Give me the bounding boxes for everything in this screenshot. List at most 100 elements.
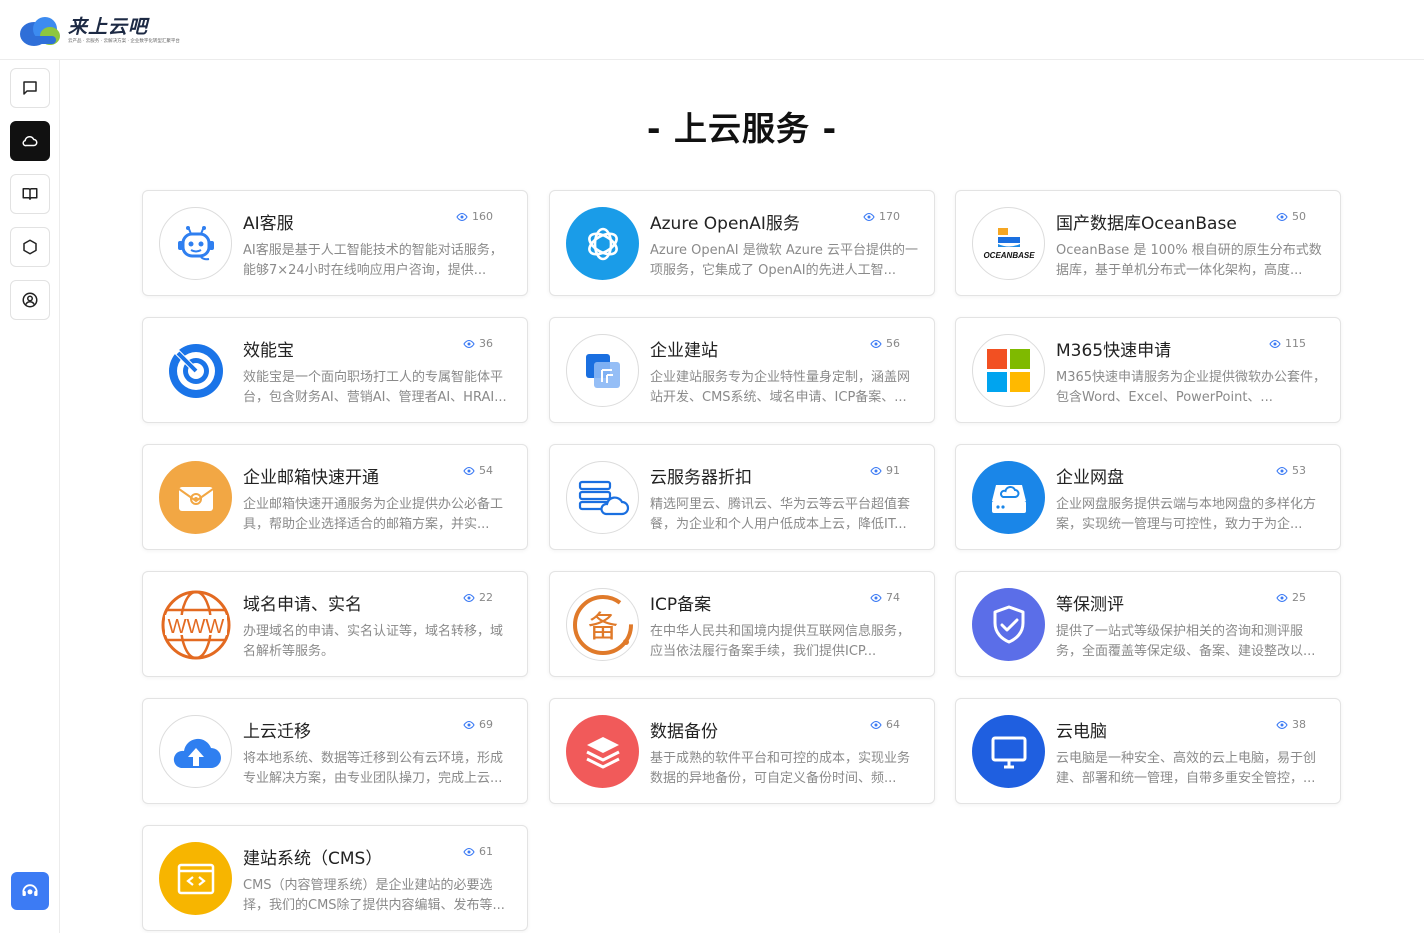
service-card[interactable]: 建站系统（CMS） 61 CMS（内容管理系统）是企业建站的必要选择，我们的CMS除… <box>142 825 528 931</box>
view-count: 54 <box>463 464 493 477</box>
website-builder-icon <box>566 334 639 407</box>
view-count: 25 <box>1276 591 1306 604</box>
view-count-value: 22 <box>479 591 493 604</box>
service-card[interactable]: Azure OpenAI服务 170 Azure OpenAI 是微软 Azure … <box>549 190 935 296</box>
monitor-icon <box>972 715 1045 788</box>
service-card[interactable]: 云服务器折扣 91 精选阿里云、腾讯云、华为云等云平台超值套餐，为企业和个人用户低成… <box>549 444 935 550</box>
eye-icon <box>870 593 882 602</box>
cloud-drive-icon <box>972 461 1045 534</box>
service-card[interactable]: 企业邮箱快速开通 54 企业邮箱快速开通服务为企业提供办公必备工具，帮助企业选择适合… <box>142 444 528 550</box>
view-count: 50 <box>1276 210 1306 223</box>
service-title: 企业邮箱快速开通 <box>243 468 379 488</box>
view-count-value: 115 <box>1285 337 1306 350</box>
eye-icon <box>1276 466 1288 475</box>
email-icon <box>159 461 232 534</box>
sidebar-item-book[interactable] <box>10 174 50 214</box>
layers-icon <box>566 715 639 788</box>
view-count-value: 61 <box>479 845 493 858</box>
view-count-value: 54 <box>479 464 493 477</box>
service-description: 基于成熟的软件平台和可控的成本，实现业务数据的异地备份，可自定义备份时间、频..… <box>650 751 911 786</box>
view-count-value: 91 <box>886 464 900 477</box>
icp-logo-text: 备 <box>588 610 618 645</box>
view-count: 38 <box>1276 718 1306 731</box>
view-count: 74 <box>870 591 900 604</box>
openai-icon <box>566 207 639 280</box>
eye-icon <box>463 847 475 856</box>
brand-subtitle: 云产品 · 云服务 · 云解决方案 · 企业数字化转型汇聚平台 <box>68 37 180 44</box>
view-count-value: 74 <box>886 591 900 604</box>
service-title: 云电脑 <box>1056 722 1107 742</box>
cloud-icon <box>22 135 38 147</box>
service-title: 国产数据库OceanBase <box>1056 214 1237 234</box>
view-count-value: 56 <box>886 337 900 350</box>
service-card[interactable]: OCEANBASE 国产数据库OceanBase 50 OceanBase 是 100… <box>955 190 1341 296</box>
icp-record-icon: 备 <box>566 588 639 661</box>
eye-icon <box>463 593 475 602</box>
service-title: 效能宝 <box>243 341 294 361</box>
www-globe-icon: WWW <box>159 588 232 661</box>
view-count: 22 <box>463 591 493 604</box>
service-card[interactable]: 企业建站 56 企业建站服务专为企业特性量身定制，涵盖网站开发、CMS系统、域名申请… <box>549 317 935 423</box>
eye-icon <box>463 466 475 475</box>
service-description: 将本地系统、数据等迁移到公有云环境，形成专业解决方案，由专业团队操刀，完成上云.… <box>243 751 504 786</box>
service-title: ICP备案 <box>650 595 712 615</box>
service-card[interactable]: WWW 域名申请、实名 22 办理域名的申请、实名认证等，域名转移，域名解析等服务。 <box>142 571 528 677</box>
service-description: 提供了一站式等级保护相关的咨询和测评服务，全面覆盖等保定级、备案、建设整改以..… <box>1056 624 1316 659</box>
service-title: 企业网盘 <box>1056 468 1124 488</box>
service-description: 在中华人民共和国境内提供互联网信息服务，应当依法履行备案手续，我们提供ICP..… <box>650 624 911 659</box>
eye-icon <box>870 466 882 475</box>
service-card[interactable]: 云电脑 38 云电脑是一种安全、高效的云上电脑，易于创建、部署和统一管理，自带多重安… <box>955 698 1341 804</box>
view-count: 160 <box>456 210 493 223</box>
microsoft-logo-icon <box>972 334 1045 407</box>
eye-icon <box>1276 720 1288 729</box>
view-count-value: 38 <box>1292 718 1306 731</box>
view-count-value: 53 <box>1292 464 1306 477</box>
eye-icon <box>456 212 468 221</box>
customer-service-button[interactable] <box>11 872 49 910</box>
cloud-server-icon <box>566 461 639 534</box>
service-description: M365快速申请服务为企业提供微软办公套件，包含Word、Excel、Power… <box>1056 370 1327 405</box>
service-card[interactable]: M365快速申请 115 M365快速申请服务为企业提供微软办公套件，包含Word、… <box>955 317 1341 423</box>
oceanbase-logo-icon: OCEANBASE <box>972 207 1045 280</box>
service-description: 办理域名的申请、实名认证等，域名转移，域名解析等服务。 <box>243 624 504 659</box>
service-title: AI客服 <box>243 214 294 234</box>
view-count: 115 <box>1269 337 1306 350</box>
oceanbase-logo-text: OCEANBASE <box>983 251 1035 260</box>
service-card[interactable]: 效能宝 36 效能宝是一个面向职场打工人的专属智能体平台，包含财务AI、营销AI、管… <box>142 317 528 423</box>
sidebar <box>0 60 60 933</box>
sidebar-item-chat[interactable] <box>10 68 50 108</box>
service-card[interactable]: 上云迁移 69 将本地系统、数据等迁移到公有云环境，形成专业解决方案，由专业团队操刀… <box>142 698 528 804</box>
gauge-icon <box>159 334 232 407</box>
cloud-upload-icon <box>159 715 232 788</box>
view-count: 36 <box>463 337 493 350</box>
view-count: 91 <box>870 464 900 477</box>
eye-icon <box>1269 339 1281 348</box>
service-card[interactable]: AI客服 160 AI客服是基于人工智能技术的智能对话服务，能够7×24小时在线响应… <box>142 190 528 296</box>
view-count: 56 <box>870 337 900 350</box>
service-card[interactable]: 备 ICP备案 74 在中华人民共和国境内提供互联网信息服务，应当依法履行备案手续，我… <box>549 571 935 677</box>
service-description: 企业建站服务专为企业特性量身定制，涵盖网站开发、CMS系统、域名申请、ICP备案… <box>650 370 911 405</box>
service-title: 云服务器折扣 <box>650 468 752 488</box>
view-count: 69 <box>463 718 493 731</box>
service-title: 数据备份 <box>650 722 718 742</box>
brand-logo[interactable]: 来上云吧 云产品 · 云服务 · 云解决方案 · 企业数字化转型汇聚平台 <box>18 12 192 48</box>
shield-check-icon <box>972 588 1045 661</box>
service-title: 域名申请、实名 <box>243 595 362 615</box>
view-count: 170 <box>863 210 900 223</box>
service-card[interactable]: 数据备份 64 基于成熟的软件平台和可控的成本，实现业务数据的异地备份，可自定义备份… <box>549 698 935 804</box>
service-card[interactable]: 企业网盘 53 企业网盘服务提供云端与本地网盘的多样化方案，实现统一管理与可控性，致… <box>955 444 1341 550</box>
view-count-value: 50 <box>1292 210 1306 223</box>
view-count-value: 69 <box>479 718 493 731</box>
view-count-value: 64 <box>886 718 900 731</box>
service-description: Azure OpenAI 是微软 Azure 云平台提供的一项服务，它集成了 O… <box>650 243 919 278</box>
eye-icon <box>870 339 882 348</box>
brand-title: 来上云吧 <box>68 15 149 38</box>
cloud-logo-icon <box>18 12 64 48</box>
hexagon-icon <box>23 239 37 255</box>
sidebar-item-cloud[interactable] <box>10 121 50 161</box>
service-description: 云电脑是一种安全、高效的云上电脑，易于创建、部署和统一管理，自带多重安全管控，.… <box>1056 751 1317 786</box>
sidebar-item-user[interactable] <box>10 280 50 320</box>
service-description: AI客服是基于人工智能技术的智能对话服务，能够7×24小时在线响应用户咨询，提供… <box>243 243 503 278</box>
sidebar-item-hexagon[interactable] <box>10 227 50 267</box>
service-card[interactable]: 等保测评 25 提供了一站式等级保护相关的咨询和测评服务，全面覆盖等保定级、备案、建… <box>955 571 1341 677</box>
